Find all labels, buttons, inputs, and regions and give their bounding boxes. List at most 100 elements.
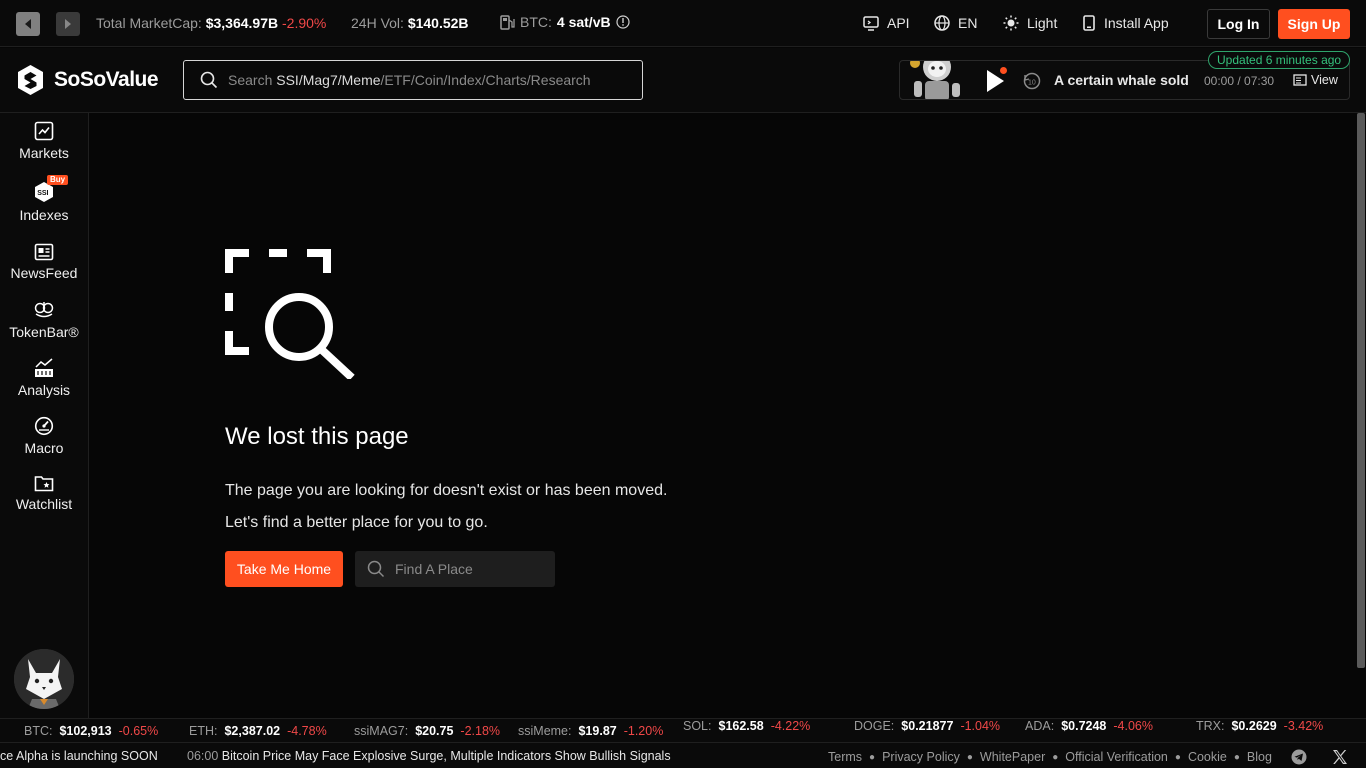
transcript-icon	[1293, 74, 1307, 86]
sidebar-item-newsfeed[interactable]: NewsFeed	[0, 243, 88, 281]
fox-mascot-icon	[14, 649, 74, 709]
install-app-link[interactable]: Install App	[1082, 15, 1169, 31]
search-placeholder-rest: /ETF/Coin/Index/Charts/Research	[380, 72, 591, 88]
forward-button[interactable]	[56, 12, 80, 36]
sidebar-item-indexes[interactable]: SSI Buy Indexes	[0, 175, 88, 223]
theme-toggle[interactable]: Light	[1003, 15, 1057, 31]
install-label: Install App	[1104, 15, 1169, 31]
ticker-value: $0.2629	[1231, 719, 1277, 733]
newspaper-icon	[34, 243, 54, 261]
back-button[interactable]	[16, 12, 40, 36]
ticker-item-btc[interactable]: BTC: $102,913 -0.65%	[24, 724, 158, 738]
player-view-label: View	[1311, 73, 1338, 87]
footer-link-terms[interactable]: Terms	[828, 750, 862, 764]
line-chart-icon	[34, 121, 54, 141]
take-me-home-button[interactable]: Take Me Home	[225, 551, 343, 587]
ticker-label: ADA:	[1025, 719, 1055, 733]
replay-10-icon[interactable]: 10	[1022, 71, 1042, 91]
footer-link-verification[interactable]: Official Verification	[1065, 750, 1168, 764]
ticker-value: $20.75	[415, 724, 454, 738]
info-icon[interactable]	[615, 15, 630, 29]
footer-link-cookie[interactable]: Cookie	[1188, 750, 1227, 764]
ticker-label: TRX:	[1196, 719, 1225, 733]
ticker-value: $0.21877	[901, 719, 954, 733]
btc-fee-label: BTC:	[520, 14, 552, 30]
search-icon	[367, 560, 385, 578]
marketcap-label: Total MarketCap:	[96, 15, 202, 31]
api-link[interactable]: API	[863, 15, 910, 31]
ticker-item-ssimag7[interactable]: ssiMAG7: $20.75 -2.18%	[354, 724, 500, 738]
ticker-change: -4.06%	[1113, 719, 1153, 733]
main-header: SoSoValue Search SSI/Mag7/Meme/ETF/Coin/…	[0, 48, 1366, 113]
marketcap-value: $3,364.97B	[205, 15, 279, 31]
ticker-value: $102,913	[59, 724, 112, 738]
sidebar-item-label: Markets	[19, 145, 69, 161]
separator-dot: ●	[1052, 751, 1059, 763]
ticker-item-doge[interactable]: DOGE: $0.21877 -1.04%	[854, 719, 1000, 733]
separator-dot: ●	[869, 751, 876, 763]
ssi-badge-text: SSI	[37, 190, 48, 197]
signup-button[interactable]: Sign Up	[1278, 9, 1350, 39]
footer-link-whitepaper[interactable]: WhitePaper	[980, 750, 1045, 764]
error-description: The page you are looking for doesn't exi…	[225, 482, 668, 499]
sidebar-item-macro[interactable]: Macro	[0, 416, 88, 456]
footer-link-blog[interactable]: Blog	[1247, 750, 1272, 764]
phone-icon	[1083, 15, 1095, 31]
news-ticker-prev[interactable]: ce Alpha is launching SOON	[0, 749, 158, 763]
sidebar-item-tokenbar[interactable]: TokenBar®	[0, 300, 88, 340]
btc-fee-value: 4 sat/vB	[556, 14, 611, 30]
x-twitter-icon[interactable]	[1332, 749, 1348, 765]
sidebar-item-analysis[interactable]: Analysis	[0, 358, 88, 398]
marketcap-change: -2.90%	[282, 15, 327, 31]
lost-page-search-icon	[225, 249, 355, 379]
api-icon	[863, 15, 879, 31]
news-ticker-item[interactable]: 06:00 Bitcoin Price May Face Explosive S…	[187, 749, 671, 763]
sidebar-item-markets[interactable]: Markets	[0, 121, 88, 161]
volume-24h: 24H Vol: $140.52B	[351, 15, 469, 31]
logo[interactable]: SoSoValue	[16, 64, 159, 96]
ticker-value: $0.7248	[1061, 719, 1107, 733]
ticker-value: $19.87	[578, 724, 617, 738]
separator-dot: ●	[966, 751, 973, 763]
login-button[interactable]: Log In	[1207, 9, 1270, 39]
ticker-item-eth[interactable]: ETH: $2,387.02 -4.78%	[189, 724, 327, 738]
find-place-placeholder: Find A Place	[395, 561, 473, 577]
telegram-icon[interactable]	[1291, 749, 1307, 765]
page-scrollbar[interactable]	[1357, 113, 1365, 668]
language-selector[interactable]: EN	[934, 15, 977, 31]
global-search-input[interactable]: Search SSI/Mag7/Meme/ETF/Coin/Index/Char…	[183, 60, 643, 100]
ticker-label: ssiMAG7:	[354, 724, 409, 738]
price-ticker: BTC: $102,913 -0.65% ETH: $2,387.02 -4.78% s…	[0, 718, 1366, 743]
globe-icon	[934, 15, 950, 31]
footer-bar: ce Alpha is launching SOON 06:00 Bitcoin…	[0, 743, 1366, 768]
sun-icon	[1003, 15, 1019, 31]
gas-pump-icon	[500, 15, 515, 30]
folder-star-icon	[34, 476, 54, 492]
updated-badge: Updated 6 minutes ago	[1208, 51, 1351, 69]
footer-link-privacy[interactable]: Privacy Policy	[882, 750, 960, 764]
ticker-item-ada[interactable]: ADA: $0.7248 -4.06%	[1025, 719, 1153, 733]
ticker-item-sol[interactable]: SOL: $162.58 -4.22%	[683, 719, 810, 733]
ticker-label: DOGE:	[854, 719, 895, 733]
api-label: API	[887, 15, 910, 31]
sidebar-item-label: Watchlist	[15, 496, 73, 512]
find-place-input[interactable]: Find A Place	[355, 551, 555, 587]
buy-badge: Buy	[47, 175, 69, 185]
robot-host-avatar	[910, 61, 960, 99]
svg-text:10: 10	[1028, 80, 1036, 87]
player-title: A certain whale sold 6	[1054, 72, 1189, 88]
btc-fee: BTC: 4 sat/vB	[500, 14, 630, 30]
ticker-item-trx[interactable]: TRX: $0.2629 -3.42%	[1196, 719, 1323, 733]
player-view-link[interactable]: View	[1293, 73, 1338, 87]
error-suggestion: Let's find a better place for you to go.	[225, 514, 488, 531]
sidebar-item-label: Indexes	[19, 207, 69, 223]
search-placeholder-prefix: Search	[228, 72, 273, 88]
assistant-avatar[interactable]	[14, 649, 74, 709]
ticker-label: ssiMeme:	[518, 724, 572, 738]
ticker-item-ssimeme[interactable]: ssiMeme: $19.87 -1.20%	[518, 724, 663, 738]
ticker-change: -2.18%	[460, 724, 501, 738]
separator-dot: ●	[1233, 751, 1240, 763]
ticker-label: SOL:	[683, 719, 712, 733]
ticker-change: -3.42%	[1283, 719, 1324, 733]
sidebar-item-watchlist[interactable]: Watchlist	[0, 474, 88, 512]
